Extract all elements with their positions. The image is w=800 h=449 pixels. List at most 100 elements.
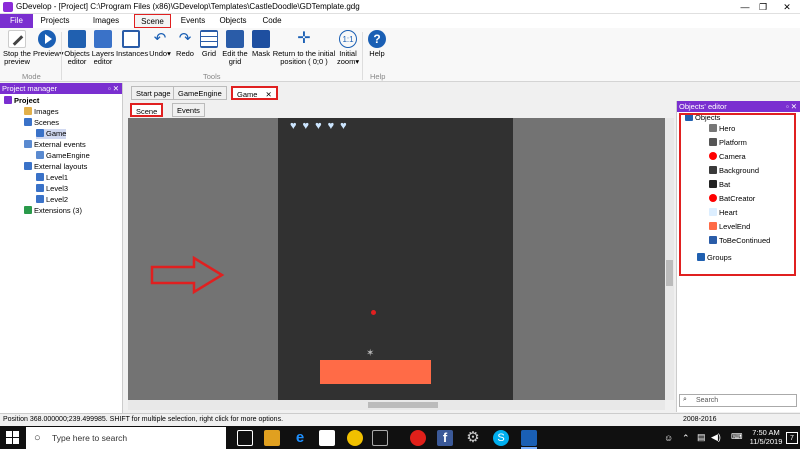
red-arrow-icon [150, 255, 225, 295]
layers-editor-button[interactable]: Layers editor [91, 30, 115, 66]
tree-images[interactable]: Images [24, 107, 59, 117]
horizontal-scrollbar[interactable] [128, 400, 665, 410]
file-explorer-icon[interactable] [264, 430, 280, 446]
return-initial-label: Return to the initial position ( 0;0 ) [272, 49, 336, 66]
menu-code[interactable]: Code [260, 14, 284, 28]
windows-start-icon[interactable] [6, 431, 19, 444]
edge-icon[interactable]: e [292, 430, 308, 446]
tree-project[interactable]: Project [4, 96, 39, 106]
platform-object[interactable] [320, 360, 431, 384]
ribbon-separator [61, 32, 62, 80]
tree-external-events-label: External events [34, 140, 86, 149]
objects-list-highlight-box [679, 113, 796, 276]
gdevelop-taskbar-icon[interactable] [521, 430, 537, 446]
clock-date: 11/5/2019 [749, 437, 783, 446]
redo-label: Redo [176, 49, 194, 58]
windows-taskbar: ○ Type here to search e f ⚙ S ☺ ⌃ ▤ ◀) ⌨… [0, 426, 800, 449]
minimize-button[interactable]: — [738, 1, 752, 13]
menu-objects[interactable]: Objects [219, 14, 247, 28]
layout-icon [36, 173, 44, 181]
panel-close-icon[interactable]: ▫ ✕ [108, 83, 119, 94]
mask-button[interactable]: Mask [250, 30, 272, 58]
preview-label: Preview [33, 49, 60, 58]
tab-gameengine[interactable]: GameEngine [173, 86, 227, 100]
clock[interactable]: 7:50 AM 11/5/2019 [748, 428, 784, 446]
subtab-events[interactable]: Events [172, 103, 205, 117]
tree-extensions[interactable]: Extensions (3) [24, 206, 82, 216]
tree-level1[interactable]: Level1 [36, 173, 68, 183]
ribbon-separator [362, 32, 363, 80]
tab-game[interactable]: Game ✕ [231, 86, 278, 100]
layout-icon [36, 195, 44, 203]
menu-scene[interactable]: Scene [134, 14, 171, 28]
objects-editor-label: Objects editor [64, 49, 90, 66]
tree-scenes[interactable]: Scenes [24, 118, 59, 128]
window-title: GDevelop - [Project] C:\Program Files (x… [16, 2, 360, 11]
notification-count: 7 [790, 435, 794, 442]
horizontal-scroll-thumb[interactable] [368, 402, 438, 408]
opera-icon[interactable] [410, 430, 426, 446]
chrome-icon[interactable] [347, 430, 363, 446]
help-button[interactable]: ? Help [367, 30, 387, 58]
volume-icon[interactable]: ◀) [711, 432, 721, 443]
hero-sprite[interactable]: ✶ [366, 348, 380, 360]
redo-button[interactable]: ↷ Redo [174, 30, 196, 58]
menu-projects[interactable]: Projects [40, 14, 70, 28]
maximize-button[interactable]: ❐ [756, 1, 770, 13]
subtab-scene[interactable]: Scene [130, 103, 164, 117]
heart-icon: ♥ [302, 120, 316, 132]
scene-icon [36, 129, 44, 137]
vertical-scroll-thumb[interactable] [666, 260, 673, 286]
notification-icon[interactable]: 7 [786, 432, 798, 444]
tree-level2[interactable]: Level2 [36, 195, 68, 205]
tab-start-page[interactable]: Start page [131, 86, 176, 100]
close-button[interactable]: ✕ [780, 1, 794, 13]
tree-scene-game[interactable]: Game [36, 129, 67, 139]
images-icon [24, 107, 32, 115]
network-icon[interactable]: ▤ [697, 432, 706, 443]
search-icon: ○ [34, 432, 41, 444]
instances-button[interactable]: Instances [116, 30, 149, 58]
settings-gear-icon[interactable]: ⚙ [465, 430, 481, 446]
return-initial-position-button[interactable]: ✛ Return to the initial position ( 0;0 ) [272, 30, 336, 66]
layers-editor-label: Layers editor [91, 49, 115, 66]
tree-ext-event-gameengine[interactable]: GameEngine [36, 151, 90, 161]
instances-label: Instances [116, 49, 149, 58]
taskbar-search-box[interactable]: ○ Type here to search [26, 427, 226, 449]
camera-red-dot[interactable] [371, 310, 376, 315]
object-search-field[interactable]: ⌕ Search [679, 394, 797, 407]
edit-grid-icon [226, 30, 244, 48]
initial-zoom-button[interactable]: 1:1 Initial zoom▾ [337, 30, 359, 66]
chevron-up-icon[interactable]: ⌃ [682, 433, 690, 444]
menu-bar: File Projects Images bank Scene Events O… [0, 14, 800, 39]
preview-button[interactable]: Preview▾ [33, 30, 63, 58]
language-icon[interactable]: ⌨ [731, 432, 743, 441]
menu-events[interactable]: Events [179, 14, 207, 28]
tree-external-layouts-label: External layouts [34, 162, 88, 171]
vertical-scrollbar[interactable] [665, 118, 674, 400]
menu-file[interactable]: File [0, 14, 33, 28]
tree-external-events[interactable]: External events [24, 140, 86, 150]
grid-button[interactable]: Grid [199, 30, 219, 58]
tree-level3[interactable]: Level3 [36, 184, 68, 194]
people-icon[interactable]: ☺ [664, 433, 673, 443]
panel-close-icon[interactable]: ▫ ✕ [786, 101, 797, 112]
edit-grid-button[interactable]: Edit the grid [222, 30, 248, 66]
title-bar: GDevelop - [Project] C:\Program Files (x… [0, 0, 800, 14]
task-view-icon[interactable] [237, 430, 253, 446]
facebook-icon[interactable]: f [437, 430, 453, 446]
stop-preview-button[interactable]: Stop the preview [2, 30, 32, 66]
help-icon: ? [368, 30, 386, 48]
menu-images-bank[interactable]: Images bank [84, 14, 128, 39]
tree-external-layouts[interactable]: External layouts [24, 162, 87, 172]
tab-close-icon[interactable]: ✕ [266, 90, 272, 99]
tree-scene-game-label: Game [46, 129, 67, 138]
external-layouts-icon [24, 162, 32, 170]
stop-preview-label: Stop the preview [3, 49, 31, 66]
store-icon[interactable] [319, 430, 335, 446]
mail-icon[interactable] [372, 430, 388, 446]
objects-editor-button[interactable]: Objects editor [64, 30, 90, 66]
skype-icon[interactable]: S [493, 430, 509, 446]
undo-button[interactable]: ↶ Undo▾ [149, 30, 171, 58]
scene-canvas[interactable]: ♥♥♥♥♥ ✶ [278, 118, 513, 400]
